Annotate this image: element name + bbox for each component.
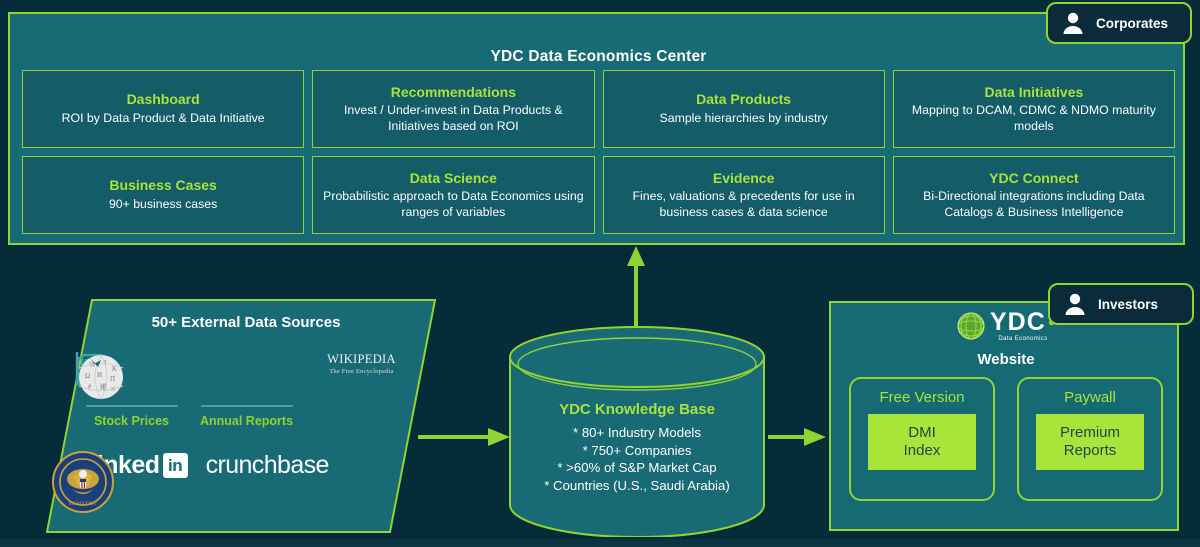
persona-badge-investors[interactable]: Investors	[1048, 283, 1194, 325]
source-item-annual-reports[interactable]: Annual Reports	[76, 351, 304, 428]
crunchbase-logo[interactable]: crunchbase	[206, 451, 330, 480]
persona-label: Investors	[1098, 296, 1159, 312]
person-icon	[1065, 293, 1085, 315]
ydc-globe-icon	[957, 312, 985, 340]
tier-title: Paywall	[1064, 389, 1116, 406]
kb-bullet: * Countries (U.S., Saudi Arabia)	[544, 477, 730, 493]
svg-text:П: П	[110, 375, 115, 383]
svg-text:MCMXXXIV: MCMXXXIV	[69, 502, 98, 507]
kb-bullet: * 750+ Companies	[582, 442, 692, 458]
wikipedia-wordmark: WIKIPEDIA	[327, 352, 396, 366]
persona-label: Corporates	[1096, 15, 1169, 31]
website-panel: YDC● Data Economics Website Free Version…	[829, 301, 1179, 531]
svg-text:Ω: Ω	[85, 372, 90, 380]
svg-text:K: K	[112, 365, 117, 373]
linkedin-in-mark: in	[162, 453, 188, 478]
source-icon-list: Stock Prices Annual Reports W I K Ω И П …	[74, 351, 419, 428]
knowledge-base-title: YDC Knowledge Base	[559, 401, 715, 418]
website-heading: Website	[977, 351, 1035, 368]
right-arrow-icon-right	[768, 428, 826, 446]
ydc-wordmark: YDC●	[989, 308, 1055, 336]
knowledge-base-text: YDC Knowledge Base * 80+ Industry Models…	[508, 401, 766, 494]
sources-title: 50+ External Data Sources	[151, 314, 341, 331]
person-icon	[1063, 12, 1083, 34]
website-tier-list: Free Version DMI Index Paywall Premium R…	[849, 377, 1163, 501]
source-brand-logos: MCMXXXIV Linked in crunchbase	[52, 451, 432, 513]
external-data-sources-panel: 50+ External Data Sources Stock Prices A…	[46, 299, 436, 533]
divider	[85, 405, 178, 407]
dmi-index-chip[interactable]: DMI Index	[868, 414, 976, 470]
svg-text:И: И	[97, 371, 102, 379]
tier-title: Free Version	[879, 389, 965, 406]
chip-line-1: DMI	[908, 423, 936, 441]
chip-line-2: Reports	[1063, 442, 1117, 459]
diagram-canvas: YDC Data Economics Center Dashboard ROI …	[0, 0, 1200, 547]
ydc-knowledge-base-cylinder[interactable]: YDC Knowledge Base * 80+ Industry Models…	[508, 325, 766, 537]
tier-paywall[interactable]: Paywall Premium Reports	[1017, 377, 1163, 501]
tier-free-version[interactable]: Free Version DMI Index	[849, 377, 995, 501]
source-label: Annual Reports	[199, 414, 294, 428]
chip-line-2: Index	[903, 442, 941, 459]
persona-badge-corporates[interactable]: Corporates	[1046, 2, 1192, 44]
divider	[200, 405, 293, 407]
ydc-tagline: Data Economics	[998, 335, 1048, 342]
kb-bullet: * >60% of S&P Market Cap	[557, 460, 717, 476]
premium-reports-chip[interactable]: Premium Reports	[1036, 414, 1144, 470]
chip-line-1: Premium	[1059, 423, 1120, 441]
source-item-wikipedia[interactable]: WI KΩ ИП ﻉ维 א WIKIPEDIA The Free Encyclo…	[78, 351, 419, 400]
kb-bullet: * 80+ Industry Models	[573, 425, 701, 440]
wikipedia-tagline: The Free Encyclopedia	[329, 368, 394, 375]
source-label: Stock Prices	[93, 414, 170, 428]
